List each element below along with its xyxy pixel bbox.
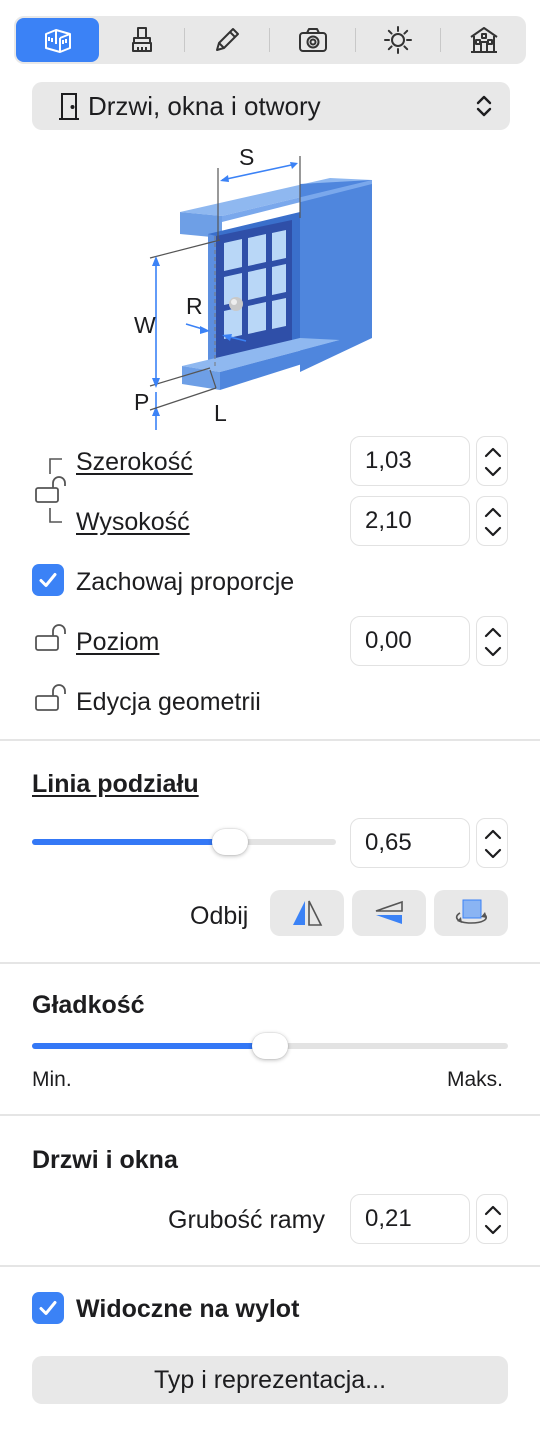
section-divider xyxy=(0,962,540,964)
opening-dimensions-diagram: S W R P L xyxy=(120,140,440,438)
tab-camera[interactable] xyxy=(270,18,355,62)
level-input[interactable]: 0,00 xyxy=(350,616,470,666)
tab-lighting[interactable] xyxy=(356,18,441,62)
pencil-icon xyxy=(216,28,240,51)
height-input[interactable]: 2,10 xyxy=(350,496,470,546)
flip-vertical-button[interactable] xyxy=(352,890,426,936)
tab-building[interactable] xyxy=(441,18,526,62)
flip-label: Odbij xyxy=(190,902,249,930)
split-line-input[interactable]: 0,65 xyxy=(350,818,470,868)
door-icon xyxy=(59,93,79,120)
category-select[interactable]: Drzwi, okna i otwory xyxy=(32,82,510,130)
smoothness-max-label: Maks. xyxy=(447,1068,504,1091)
smoothness-heading: Gładkość xyxy=(32,991,145,1019)
rotate-plane-icon xyxy=(455,899,487,924)
width-label: Szerokość xyxy=(76,448,193,477)
lock-open-icon[interactable] xyxy=(34,624,68,654)
type-representation-button[interactable]: Typ i reprezentacja... xyxy=(32,1356,508,1404)
camera-icon xyxy=(298,28,327,52)
frame-thickness-label: Grubość ramy xyxy=(168,1206,325,1234)
tab-materials[interactable] xyxy=(99,18,184,62)
dimension-label-s: S xyxy=(239,144,255,170)
split-line-heading-text: Linia podziału xyxy=(32,770,199,798)
width-label-text: Szerokość xyxy=(76,448,193,476)
window-illustration xyxy=(149,156,372,438)
chevron-up-down-icon xyxy=(476,95,492,117)
split-line-slider-fill xyxy=(32,839,230,845)
width-input[interactable]: 1,03 xyxy=(350,436,470,486)
category-label: Drzwi, okna i otwory xyxy=(88,90,321,121)
section-divider xyxy=(0,739,540,741)
flip-vertical-icon xyxy=(375,900,403,924)
level-label: Poziom xyxy=(76,628,159,657)
frame-thickness-stepper[interactable] xyxy=(476,1194,508,1244)
dimension-label-p: P xyxy=(134,389,150,415)
type-representation-label: Typ i reprezentacja... xyxy=(153,1365,387,1394)
stepper-arrows-icon xyxy=(484,447,502,477)
stepper-arrows-icon xyxy=(484,1205,502,1235)
flip-horizontal-button[interactable] xyxy=(270,890,344,936)
keep-proportions-label: Zachowaj proporcje xyxy=(76,568,295,596)
section-divider xyxy=(0,1265,540,1267)
width-stepper[interactable] xyxy=(476,436,508,486)
level-label-text: Poziom xyxy=(76,628,160,656)
keep-proportions-checkbox[interactable] xyxy=(32,564,64,596)
stepper-arrows-icon xyxy=(484,507,502,537)
visible-through-checkbox[interactable] xyxy=(32,1292,64,1324)
smoothness-min-label: Min. xyxy=(32,1068,72,1091)
stepper-arrows-icon xyxy=(484,829,502,859)
height-label-text: Wysokość xyxy=(76,508,190,536)
edit-geometry-label: Edycja geometrii xyxy=(76,688,261,716)
stepper-arrows-icon xyxy=(484,627,502,657)
inspector-toolbar xyxy=(14,16,526,64)
split-line-slider-thumb[interactable] xyxy=(211,829,248,855)
lock-open-icon[interactable] xyxy=(34,684,68,714)
house-icon xyxy=(470,27,498,53)
checkmark-icon xyxy=(39,573,57,587)
level-stepper[interactable] xyxy=(476,616,508,666)
lock-open-icon[interactable] xyxy=(34,476,68,506)
section-divider xyxy=(0,1114,540,1116)
dimension-label-r: R xyxy=(186,293,203,319)
tab-edit[interactable] xyxy=(185,18,270,62)
height-stepper[interactable] xyxy=(476,496,508,546)
ruler-building-icon xyxy=(44,29,71,53)
tab-object-dimensions[interactable] xyxy=(16,18,100,62)
dimension-label-w: W xyxy=(134,312,156,338)
frame-thickness-input[interactable]: 0,21 xyxy=(350,1194,470,1244)
height-label: Wysokość xyxy=(76,508,190,537)
sun-icon xyxy=(384,26,413,54)
rotate-plane-button[interactable] xyxy=(434,890,508,936)
doors-windows-heading: Drzwi i okna xyxy=(32,1146,178,1174)
brush-icon xyxy=(131,27,152,52)
smoothness-slider-thumb[interactable] xyxy=(252,1033,288,1059)
dimension-label-l: L xyxy=(214,400,227,426)
split-line-stepper[interactable] xyxy=(476,818,508,868)
flip-horizontal-icon xyxy=(293,900,323,926)
smoothness-slider-fill xyxy=(32,1043,270,1049)
split-line-heading: Linia podziału xyxy=(32,770,199,799)
visible-through-label: Widoczne na wylot xyxy=(76,1295,300,1323)
checkmark-icon xyxy=(39,1301,57,1315)
